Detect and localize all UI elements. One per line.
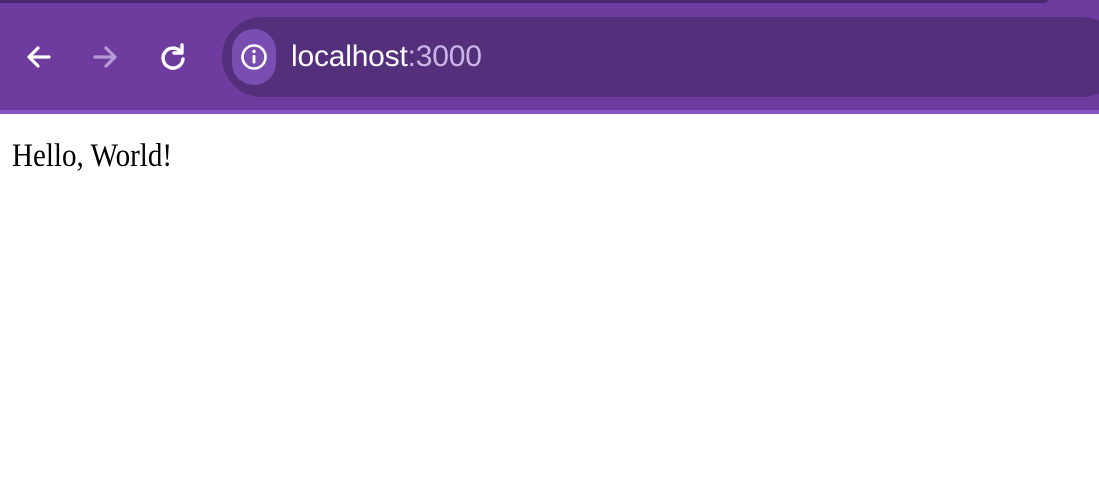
- forward-button[interactable]: [82, 34, 128, 80]
- forward-arrow-icon: [93, 46, 117, 68]
- reload-button[interactable]: [150, 34, 196, 80]
- url-host: localhost: [291, 40, 408, 73]
- back-button[interactable]: [16, 34, 62, 80]
- page-content: Hello, World!: [0, 114, 1099, 485]
- address-url[interactable]: localhost:3000: [291, 38, 482, 76]
- browser-window: localhost:3000 Hello, World!: [0, 0, 1099, 485]
- url-port: :3000: [407, 40, 482, 73]
- back-arrow-icon: [27, 46, 51, 68]
- reload-icon: [161, 43, 185, 70]
- browser-toolbar: localhost:3000: [0, 0, 1099, 114]
- page-body-text: Hello, World!: [12, 138, 173, 174]
- site-info-button[interactable]: [232, 29, 276, 85]
- toolbar-top-edge: [0, 0, 1048, 3]
- info-icon: [241, 44, 267, 70]
